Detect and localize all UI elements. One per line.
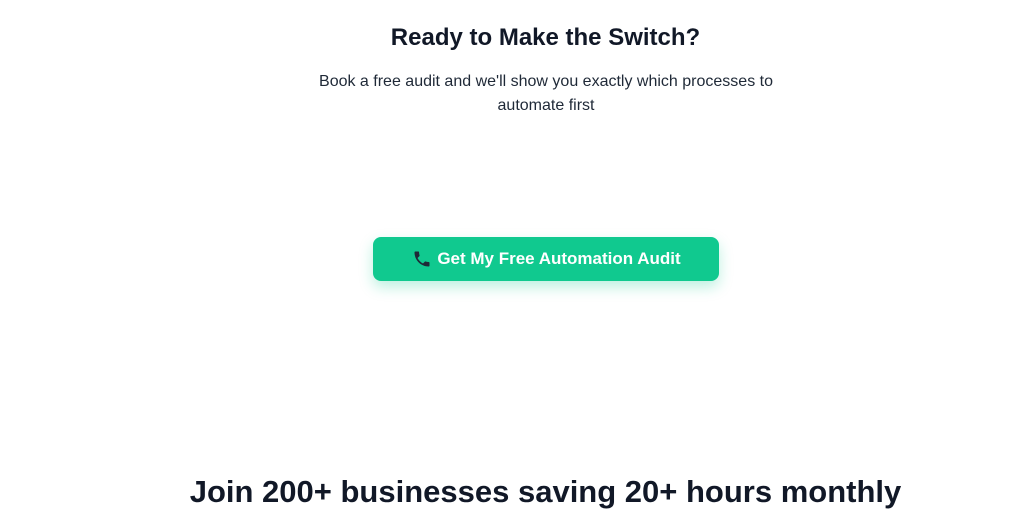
phone-icon (411, 248, 433, 270)
free-automation-audit-button[interactable]: Get My Free Automation Audit (373, 237, 719, 281)
cta-section: Ready to Make the Switch? Book a free au… (0, 0, 1025, 516)
cta-title: Ready to Make the Switch? (390, 24, 701, 51)
button-label: Get My Free Automation Audit (437, 249, 681, 268)
social-proof-heading: Join 200+ businesses saving 20+ hours mo… (189, 474, 902, 509)
cta-subtitle: Book a free audit and we'll show you exa… (319, 73, 773, 114)
